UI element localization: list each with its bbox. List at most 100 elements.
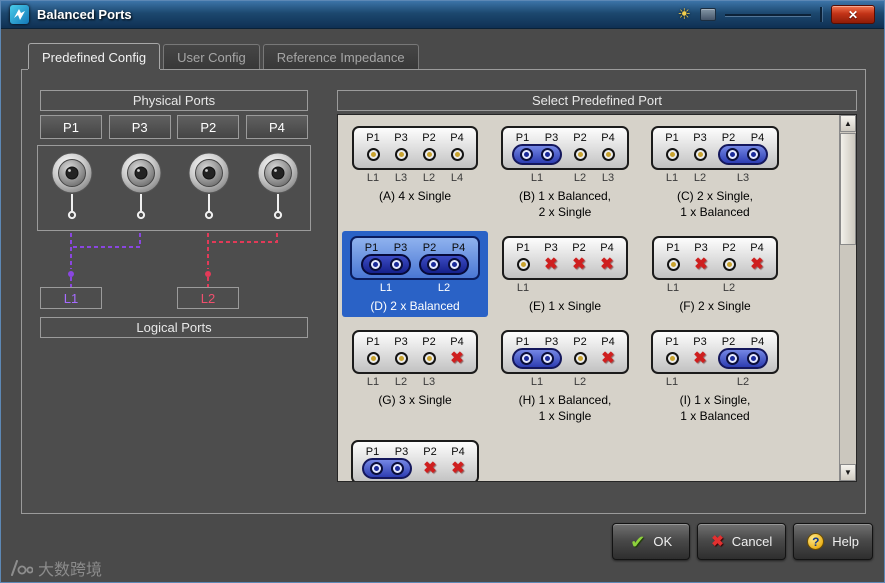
ok-button-label: OK	[653, 534, 672, 549]
cancel-x-icon: ✖	[711, 534, 724, 549]
logical-label: L2	[715, 282, 743, 296]
connector-diagram	[37, 145, 311, 231]
port-group-single: P4	[443, 131, 471, 163]
ok-check-icon: ✔	[630, 533, 645, 551]
port-config-box: P1P3P2P4✖	[352, 330, 478, 374]
port-group-single: P2	[415, 131, 443, 163]
brightness-slider-track[interactable]	[725, 14, 811, 16]
port-connector-icon	[723, 258, 736, 271]
port-group-crossed: P4✖	[594, 335, 622, 367]
logical-label	[565, 282, 593, 296]
port-group-crossed: P3✖	[686, 335, 714, 367]
item-caption-line: 1 x Balanced	[680, 408, 751, 424]
logical-port-l1[interactable]: L1	[40, 287, 102, 309]
predefined-item-G[interactable]: P1P3P2P4✖L1L2L3(G) 3 x Single	[342, 325, 488, 411]
footer-buttons: ✔ OK ✖ Cancel ? Help	[612, 523, 873, 560]
predefined-item-A[interactable]: P1P3P2P4L1L3L2L4(A) 4 x Single	[342, 121, 488, 207]
item-caption: (A) 4 x Single	[379, 188, 451, 204]
port-label: P4	[751, 131, 764, 145]
logical-label: L3	[415, 376, 443, 390]
balanced-capsule	[361, 254, 411, 275]
predefined-item-H[interactable]: P1P3P2P4✖L1L2(H) 1 x Balanced,1 x Single	[492, 325, 638, 427]
predefined-item-F[interactable]: P1P3✖P2P4✖L1L2(F) 2 x Single	[642, 231, 788, 317]
port-button-p2[interactable]: P2	[177, 115, 239, 139]
port-group-single: P4	[594, 131, 622, 163]
titlebar-separator	[820, 7, 822, 22]
port-connector-icon	[448, 258, 461, 271]
port-label: P2	[423, 241, 436, 255]
crossed-port-icon: ✖	[693, 351, 706, 366]
logical-port-l2[interactable]: L2	[177, 287, 239, 309]
port-label: P1	[665, 335, 678, 349]
tab-user-config[interactable]: User Config	[163, 44, 260, 69]
port-label: P4	[601, 131, 614, 145]
port-group-balanced: P1P3	[358, 445, 416, 477]
port-config-box: P1P3P2P4	[350, 236, 480, 280]
item-caption-line: (D) 2 x Balanced	[370, 298, 459, 314]
scroll-down-button[interactable]: ▼	[840, 464, 856, 481]
physical-ports-header: Physical Ports	[40, 90, 308, 111]
tab-reference-impedance[interactable]: Reference Impedance	[263, 44, 419, 69]
item-caption-line: (E) 1 x Single	[529, 298, 601, 314]
port-group-crossed: P4✖	[443, 335, 471, 367]
crossed-port-icon: ✖	[600, 257, 613, 272]
item-caption-line: (A) 4 x Single	[379, 188, 451, 204]
scroll-up-button[interactable]: ▲	[840, 115, 856, 132]
scrollbar[interactable]: ▲ ▼	[839, 115, 856, 481]
port-button-p3[interactable]: P3	[109, 115, 171, 139]
port-label: P3	[394, 131, 407, 145]
predefined-item-B[interactable]: P1P3P2P4L1L2L3(B) 1 x Balanced,2 x Singl…	[492, 121, 638, 223]
logical-labels-row: L1L2L3	[508, 172, 622, 186]
help-question-icon: ?	[807, 533, 824, 550]
port-label: P3	[395, 445, 408, 459]
titlebar-controls: ☀ ✕	[678, 5, 875, 24]
logical-wiring-graphic	[37, 231, 311, 287]
logical-label	[743, 282, 771, 296]
port-connector-icon	[602, 148, 615, 161]
port-label: P2	[573, 335, 586, 349]
port-config-box: P1P3✖P2P4✖	[652, 236, 778, 280]
brightness-slider-thumb[interactable]	[700, 8, 716, 21]
port-group-balanced: P2P4	[714, 131, 772, 163]
port-connector-icon	[517, 258, 530, 271]
tab-bar: Predefined Config User Config Reference …	[28, 43, 419, 69]
port-label: P3	[693, 131, 706, 145]
scroll-thumb[interactable]	[840, 133, 856, 245]
predefined-item-I[interactable]: P1P3✖P2P4L1L2(I) 1 x Single,1 x Balanced	[642, 325, 788, 427]
watermark-logo	[9, 559, 33, 577]
port-group-balanced: P1P3	[508, 131, 566, 163]
item-caption: (C) 2 x Single,1 x Balanced	[677, 188, 753, 220]
watermark: 大数跨境	[9, 556, 102, 580]
crossed-port-icon: ✖	[450, 351, 463, 366]
port-label: P4	[751, 335, 764, 349]
tab-predefined-config[interactable]: Predefined Config	[28, 43, 160, 69]
app-logo-icon	[10, 5, 29, 24]
scroll-up-icon: ▲	[844, 119, 852, 128]
item-caption-line: (G) 3 x Single	[378, 392, 451, 408]
close-button[interactable]: ✕	[831, 5, 875, 24]
predefined-item-C[interactable]: P1P3P2P4L1L2L3(C) 2 x Single,1 x Balance…	[642, 121, 788, 223]
bnc-connectors-graphic	[38, 146, 310, 230]
logical-label	[443, 376, 471, 390]
port-group-single: P2	[715, 241, 743, 273]
logical-label: L1	[509, 282, 537, 296]
crossed-port-icon: ✖	[572, 257, 585, 272]
ok-button[interactable]: ✔ OK	[612, 523, 690, 560]
port-button-p4[interactable]: P4	[246, 115, 308, 139]
cancel-button[interactable]: ✖ Cancel	[697, 523, 786, 560]
logical-label: L2	[415, 282, 473, 296]
predefined-item-J[interactable]: P1P3P2✖P4✖L1	[342, 435, 488, 482]
balanced-capsule	[512, 144, 562, 165]
crossed-port-icon: ✖	[544, 257, 557, 272]
port-button-p1[interactable]: P1	[40, 115, 102, 139]
logical-label: L1	[359, 376, 387, 390]
port-config-box: P1P3✖P2P4	[651, 330, 779, 374]
physical-port-buttons: P1 P3 P2 P4	[40, 115, 308, 139]
scroll-down-icon: ▼	[844, 468, 852, 477]
port-connector-icon	[427, 258, 440, 271]
predefined-item-D[interactable]: P1P3P2P4L1L2(D) 2 x Balanced	[342, 231, 488, 317]
port-label: P1	[365, 241, 378, 255]
predefined-item-E[interactable]: P1P3✖P2✖P4✖L1(E) 1 x Single	[492, 231, 638, 317]
port-connector-icon	[395, 148, 408, 161]
help-button[interactable]: ? Help	[793, 523, 873, 560]
